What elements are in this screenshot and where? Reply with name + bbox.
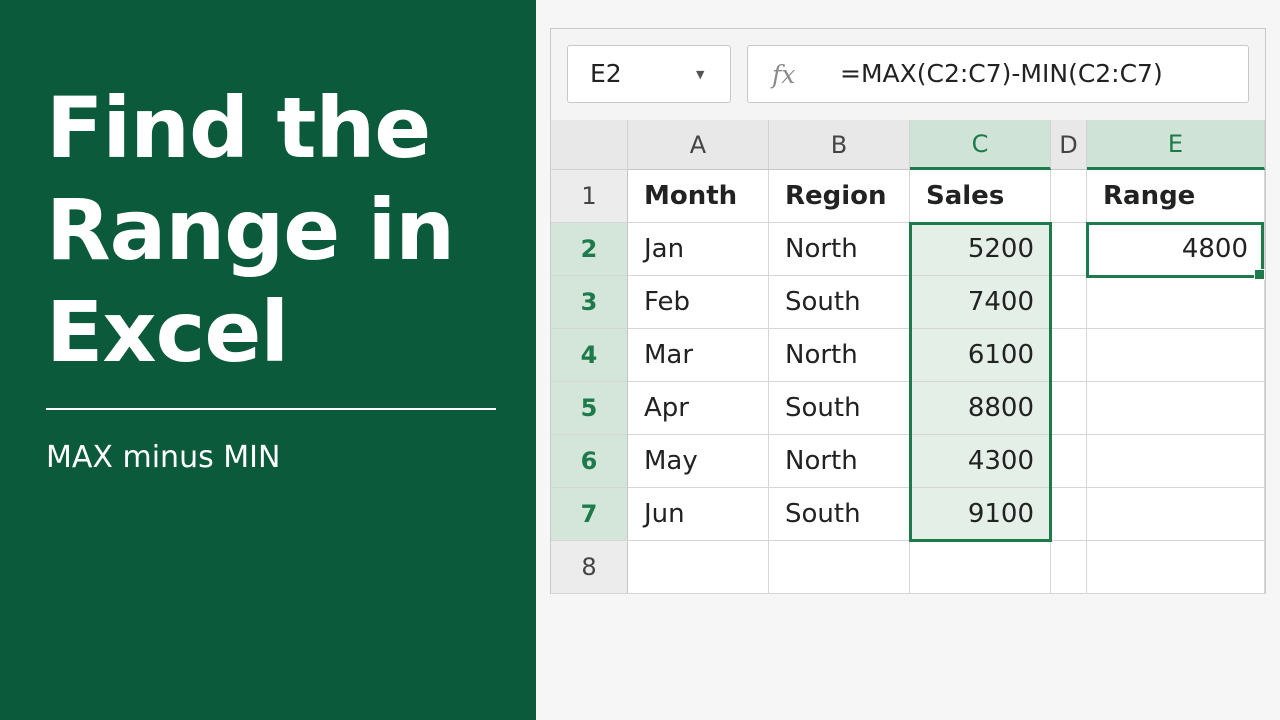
cell-d8[interactable] bbox=[1051, 541, 1087, 594]
column-header-d[interactable]: D bbox=[1051, 120, 1087, 170]
title-panel: Find the Range in Excel MAX minus MIN bbox=[0, 0, 536, 720]
row-header-3[interactable]: 3 bbox=[551, 276, 628, 329]
cell-e4[interactable] bbox=[1087, 329, 1265, 382]
cell-a7[interactable]: Jun bbox=[628, 488, 769, 541]
column-header-c[interactable]: C bbox=[910, 120, 1051, 170]
cell-a6[interactable]: May bbox=[628, 435, 769, 488]
row-header-6[interactable]: 6 bbox=[551, 435, 628, 488]
row-header-1[interactable]: 1 bbox=[551, 170, 628, 223]
cell-a5[interactable]: Apr bbox=[628, 382, 769, 435]
spreadsheet-window: E2 ▼ fx =MAX(C2:C7)-MIN(C2:C7) A B C D E… bbox=[550, 28, 1266, 594]
cell-e5[interactable] bbox=[1087, 382, 1265, 435]
cell-b6[interactable]: North bbox=[769, 435, 910, 488]
sheet-grid: A B C D E 1 2 3 4 5 6 7 8 Month Region S… bbox=[551, 120, 1265, 594]
cell-a1[interactable]: Month bbox=[628, 170, 769, 223]
subtitle: MAX minus MIN bbox=[46, 440, 281, 475]
cell-e3[interactable] bbox=[1087, 276, 1265, 329]
cell-d3[interactable] bbox=[1051, 276, 1087, 329]
cell-d6[interactable] bbox=[1051, 435, 1087, 488]
cell-e8[interactable] bbox=[1087, 541, 1265, 594]
column-header-b[interactable]: B bbox=[769, 120, 910, 170]
cell-a8[interactable] bbox=[628, 541, 769, 594]
cell-c8[interactable] bbox=[910, 541, 1051, 594]
chevron-down-icon[interactable]: ▼ bbox=[696, 46, 704, 104]
cell-d1[interactable] bbox=[1051, 170, 1087, 223]
cell-b8[interactable] bbox=[769, 541, 910, 594]
cell-b7[interactable]: South bbox=[769, 488, 910, 541]
cell-d4[interactable] bbox=[1051, 329, 1087, 382]
cell-c2[interactable]: 5200 bbox=[910, 223, 1051, 276]
title-line-1: Find the bbox=[46, 79, 431, 177]
cell-b1[interactable]: Region bbox=[769, 170, 910, 223]
cell-a3[interactable]: Feb bbox=[628, 276, 769, 329]
cell-c3[interactable]: 7400 bbox=[910, 276, 1051, 329]
row-header-4[interactable]: 4 bbox=[551, 329, 628, 382]
formula-text: =MAX(C2:C7)-MIN(C2:C7) bbox=[840, 59, 1163, 88]
formula-bar[interactable]: fx =MAX(C2:C7)-MIN(C2:C7) bbox=[747, 45, 1249, 103]
cell-d7[interactable] bbox=[1051, 488, 1087, 541]
title-line-3: Excel bbox=[46, 283, 289, 381]
cell-c4[interactable]: 6100 bbox=[910, 329, 1051, 382]
cell-d5[interactable] bbox=[1051, 382, 1087, 435]
name-box[interactable]: E2 ▼ bbox=[567, 45, 731, 103]
cell-b4[interactable]: North bbox=[769, 329, 910, 382]
fx-icon: fx bbox=[772, 60, 796, 89]
select-all-corner[interactable] bbox=[551, 120, 628, 170]
cell-a4[interactable]: Mar bbox=[628, 329, 769, 382]
cell-c5[interactable]: 8800 bbox=[910, 382, 1051, 435]
cell-c7[interactable]: 9100 bbox=[910, 488, 1051, 541]
cell-e2[interactable]: 4800 bbox=[1087, 223, 1265, 276]
row-header-8[interactable]: 8 bbox=[551, 541, 628, 594]
cell-b5[interactable]: South bbox=[769, 382, 910, 435]
title-divider bbox=[46, 408, 496, 410]
cell-e1[interactable]: Range bbox=[1087, 170, 1265, 223]
column-header-a[interactable]: A bbox=[628, 120, 769, 170]
cell-a2[interactable]: Jan bbox=[628, 223, 769, 276]
cell-c6[interactable]: 4300 bbox=[910, 435, 1051, 488]
fill-handle[interactable] bbox=[1254, 269, 1265, 280]
row-header-5[interactable]: 5 bbox=[551, 382, 628, 435]
cell-c1[interactable]: Sales bbox=[910, 170, 1051, 223]
title-line-2: Range in bbox=[46, 181, 455, 279]
name-box-value: E2 bbox=[590, 59, 622, 88]
cell-d2[interactable] bbox=[1051, 223, 1087, 276]
column-header-e[interactable]: E bbox=[1087, 120, 1265, 170]
cell-b3[interactable]: South bbox=[769, 276, 910, 329]
cell-e6[interactable] bbox=[1087, 435, 1265, 488]
row-header-7[interactable]: 7 bbox=[551, 488, 628, 541]
cell-e7[interactable] bbox=[1087, 488, 1265, 541]
row-header-2[interactable]: 2 bbox=[551, 223, 628, 276]
cell-b2[interactable]: North bbox=[769, 223, 910, 276]
